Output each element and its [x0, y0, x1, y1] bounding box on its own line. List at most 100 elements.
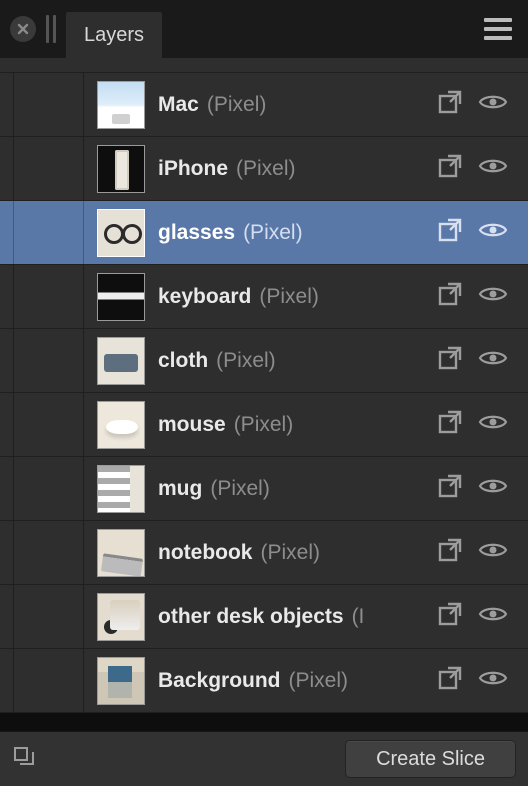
layer-gutter — [14, 73, 84, 136]
layer-name: iPhone — [158, 157, 228, 181]
visibility-icon[interactable] — [478, 156, 508, 182]
visibility-icon[interactable] — [478, 92, 508, 118]
layer-row[interactable]: notebook(Pixel) — [0, 520, 528, 585]
layer-type: (I — [352, 605, 365, 629]
layer-gutter — [14, 457, 84, 520]
layer-thumbnail[interactable] — [84, 593, 158, 641]
hamburger-menu-icon — [484, 18, 512, 22]
visibility-icon[interactable] — [478, 540, 508, 566]
layer-thumbnail-image — [97, 593, 145, 641]
open-in-new-icon[interactable] — [436, 600, 464, 634]
layer-row[interactable]: mouse (Pixel) — [0, 392, 528, 457]
layer-gutter — [0, 201, 14, 264]
layer-label[interactable]: iPhone (Pixel) — [158, 157, 428, 181]
layer-label[interactable]: mouse (Pixel) — [158, 413, 428, 437]
open-in-new-icon[interactable] — [436, 280, 464, 314]
layer-type: (Pixel) — [261, 541, 321, 565]
layer-name: keyboard — [158, 285, 251, 309]
create-slice-button[interactable]: Create Slice — [345, 740, 516, 778]
layer-thumbnail[interactable] — [84, 657, 158, 705]
layer-gutter — [0, 393, 14, 456]
layer-row[interactable]: glasses(Pixel) — [0, 200, 528, 265]
close-icon — [17, 23, 29, 35]
layer-gutter — [14, 649, 84, 712]
layer-thumbnail-image — [97, 401, 145, 449]
layer-thumbnail[interactable] — [84, 145, 158, 193]
layer-thumbnail-image — [97, 529, 145, 577]
layer-row[interactable]: cloth (Pixel) — [0, 328, 528, 393]
panel-footer: Create Slice — [0, 731, 528, 786]
panel-menu-button[interactable] — [484, 18, 512, 40]
open-in-new-icon[interactable] — [436, 536, 464, 570]
layer-label[interactable]: other desk objects(I — [158, 605, 428, 629]
layer-row[interactable]: iPhone (Pixel) — [0, 136, 528, 201]
layer-thumbnail-image — [97, 337, 145, 385]
layer-name: mug — [158, 477, 202, 501]
visibility-icon[interactable] — [478, 284, 508, 310]
layer-gutter — [14, 585, 84, 648]
open-in-new-icon[interactable] — [436, 344, 464, 378]
layer-type: (Pixel) — [289, 669, 349, 693]
drag-handle-icon[interactable] — [46, 15, 56, 43]
layer-label[interactable]: glasses(Pixel) — [158, 221, 428, 245]
tab-label: Layers — [84, 24, 144, 47]
layer-label[interactable]: keyboard(Pixel) — [158, 285, 428, 309]
layer-actions — [428, 216, 528, 250]
layer-actions — [428, 536, 528, 570]
layer-thumbnail-image — [97, 145, 145, 193]
layer-actions — [428, 664, 528, 698]
layer-thumbnail[interactable] — [84, 401, 158, 449]
layer-gutter — [14, 329, 84, 392]
layer-name: Background — [158, 669, 281, 693]
open-in-new-icon[interactable] — [436, 216, 464, 250]
layer-type: (Pixel) — [210, 477, 270, 501]
layer-thumbnail-image — [97, 209, 145, 257]
close-panel-button[interactable] — [10, 16, 36, 42]
layer-gutter — [14, 201, 84, 264]
layer-thumbnail[interactable] — [84, 465, 158, 513]
layer-row[interactable]: mug (Pixel) — [0, 456, 528, 521]
layer-actions — [428, 88, 528, 122]
layer-name: cloth — [158, 349, 208, 373]
layer-row[interactable]: Background (Pixel) — [0, 648, 528, 713]
layer-stack-button[interactable] — [12, 744, 36, 774]
open-in-new-icon[interactable] — [436, 664, 464, 698]
layer-label[interactable]: cloth (Pixel) — [158, 349, 428, 373]
layer-type: (Pixel) — [234, 413, 294, 437]
open-in-new-icon[interactable] — [436, 152, 464, 186]
layer-gutter — [0, 329, 14, 392]
layer-gutter — [0, 137, 14, 200]
layer-gutter — [0, 585, 14, 648]
layer-thumbnail[interactable] — [84, 529, 158, 577]
layer-thumbnail-image — [97, 465, 145, 513]
visibility-icon[interactable] — [478, 668, 508, 694]
layer-type: (Pixel) — [216, 349, 276, 373]
layer-label[interactable]: notebook(Pixel) — [158, 541, 428, 565]
layer-thumbnail[interactable] — [84, 209, 158, 257]
open-in-new-icon[interactable] — [436, 88, 464, 122]
layer-gutter — [14, 137, 84, 200]
visibility-icon[interactable] — [478, 604, 508, 630]
visibility-icon[interactable] — [478, 220, 508, 246]
tab-layers[interactable]: Layers — [66, 12, 162, 58]
visibility-icon[interactable] — [478, 412, 508, 438]
layer-thumbnail[interactable] — [84, 337, 158, 385]
visibility-icon[interactable] — [478, 348, 508, 374]
open-in-new-icon[interactable] — [436, 472, 464, 506]
layer-thumbnail[interactable] — [84, 81, 158, 129]
layer-name: Mac — [158, 93, 199, 117]
layer-thumbnail[interactable] — [84, 273, 158, 321]
layer-label[interactable]: mug (Pixel) — [158, 477, 428, 501]
layer-row[interactable]: keyboard(Pixel) — [0, 264, 528, 329]
layer-row[interactable]: Mac(Pixel) — [0, 72, 528, 137]
layer-label[interactable]: Mac(Pixel) — [158, 93, 428, 117]
layer-label[interactable]: Background (Pixel) — [158, 669, 428, 693]
layer-gutter — [14, 521, 84, 584]
open-in-new-icon[interactable] — [436, 408, 464, 442]
layer-actions — [428, 152, 528, 186]
layer-gutter — [14, 393, 84, 456]
visibility-icon[interactable] — [478, 476, 508, 502]
layer-row[interactable]: other desk objects(I — [0, 584, 528, 649]
layer-type: (Pixel) — [236, 157, 296, 181]
layer-name: mouse — [158, 413, 226, 437]
